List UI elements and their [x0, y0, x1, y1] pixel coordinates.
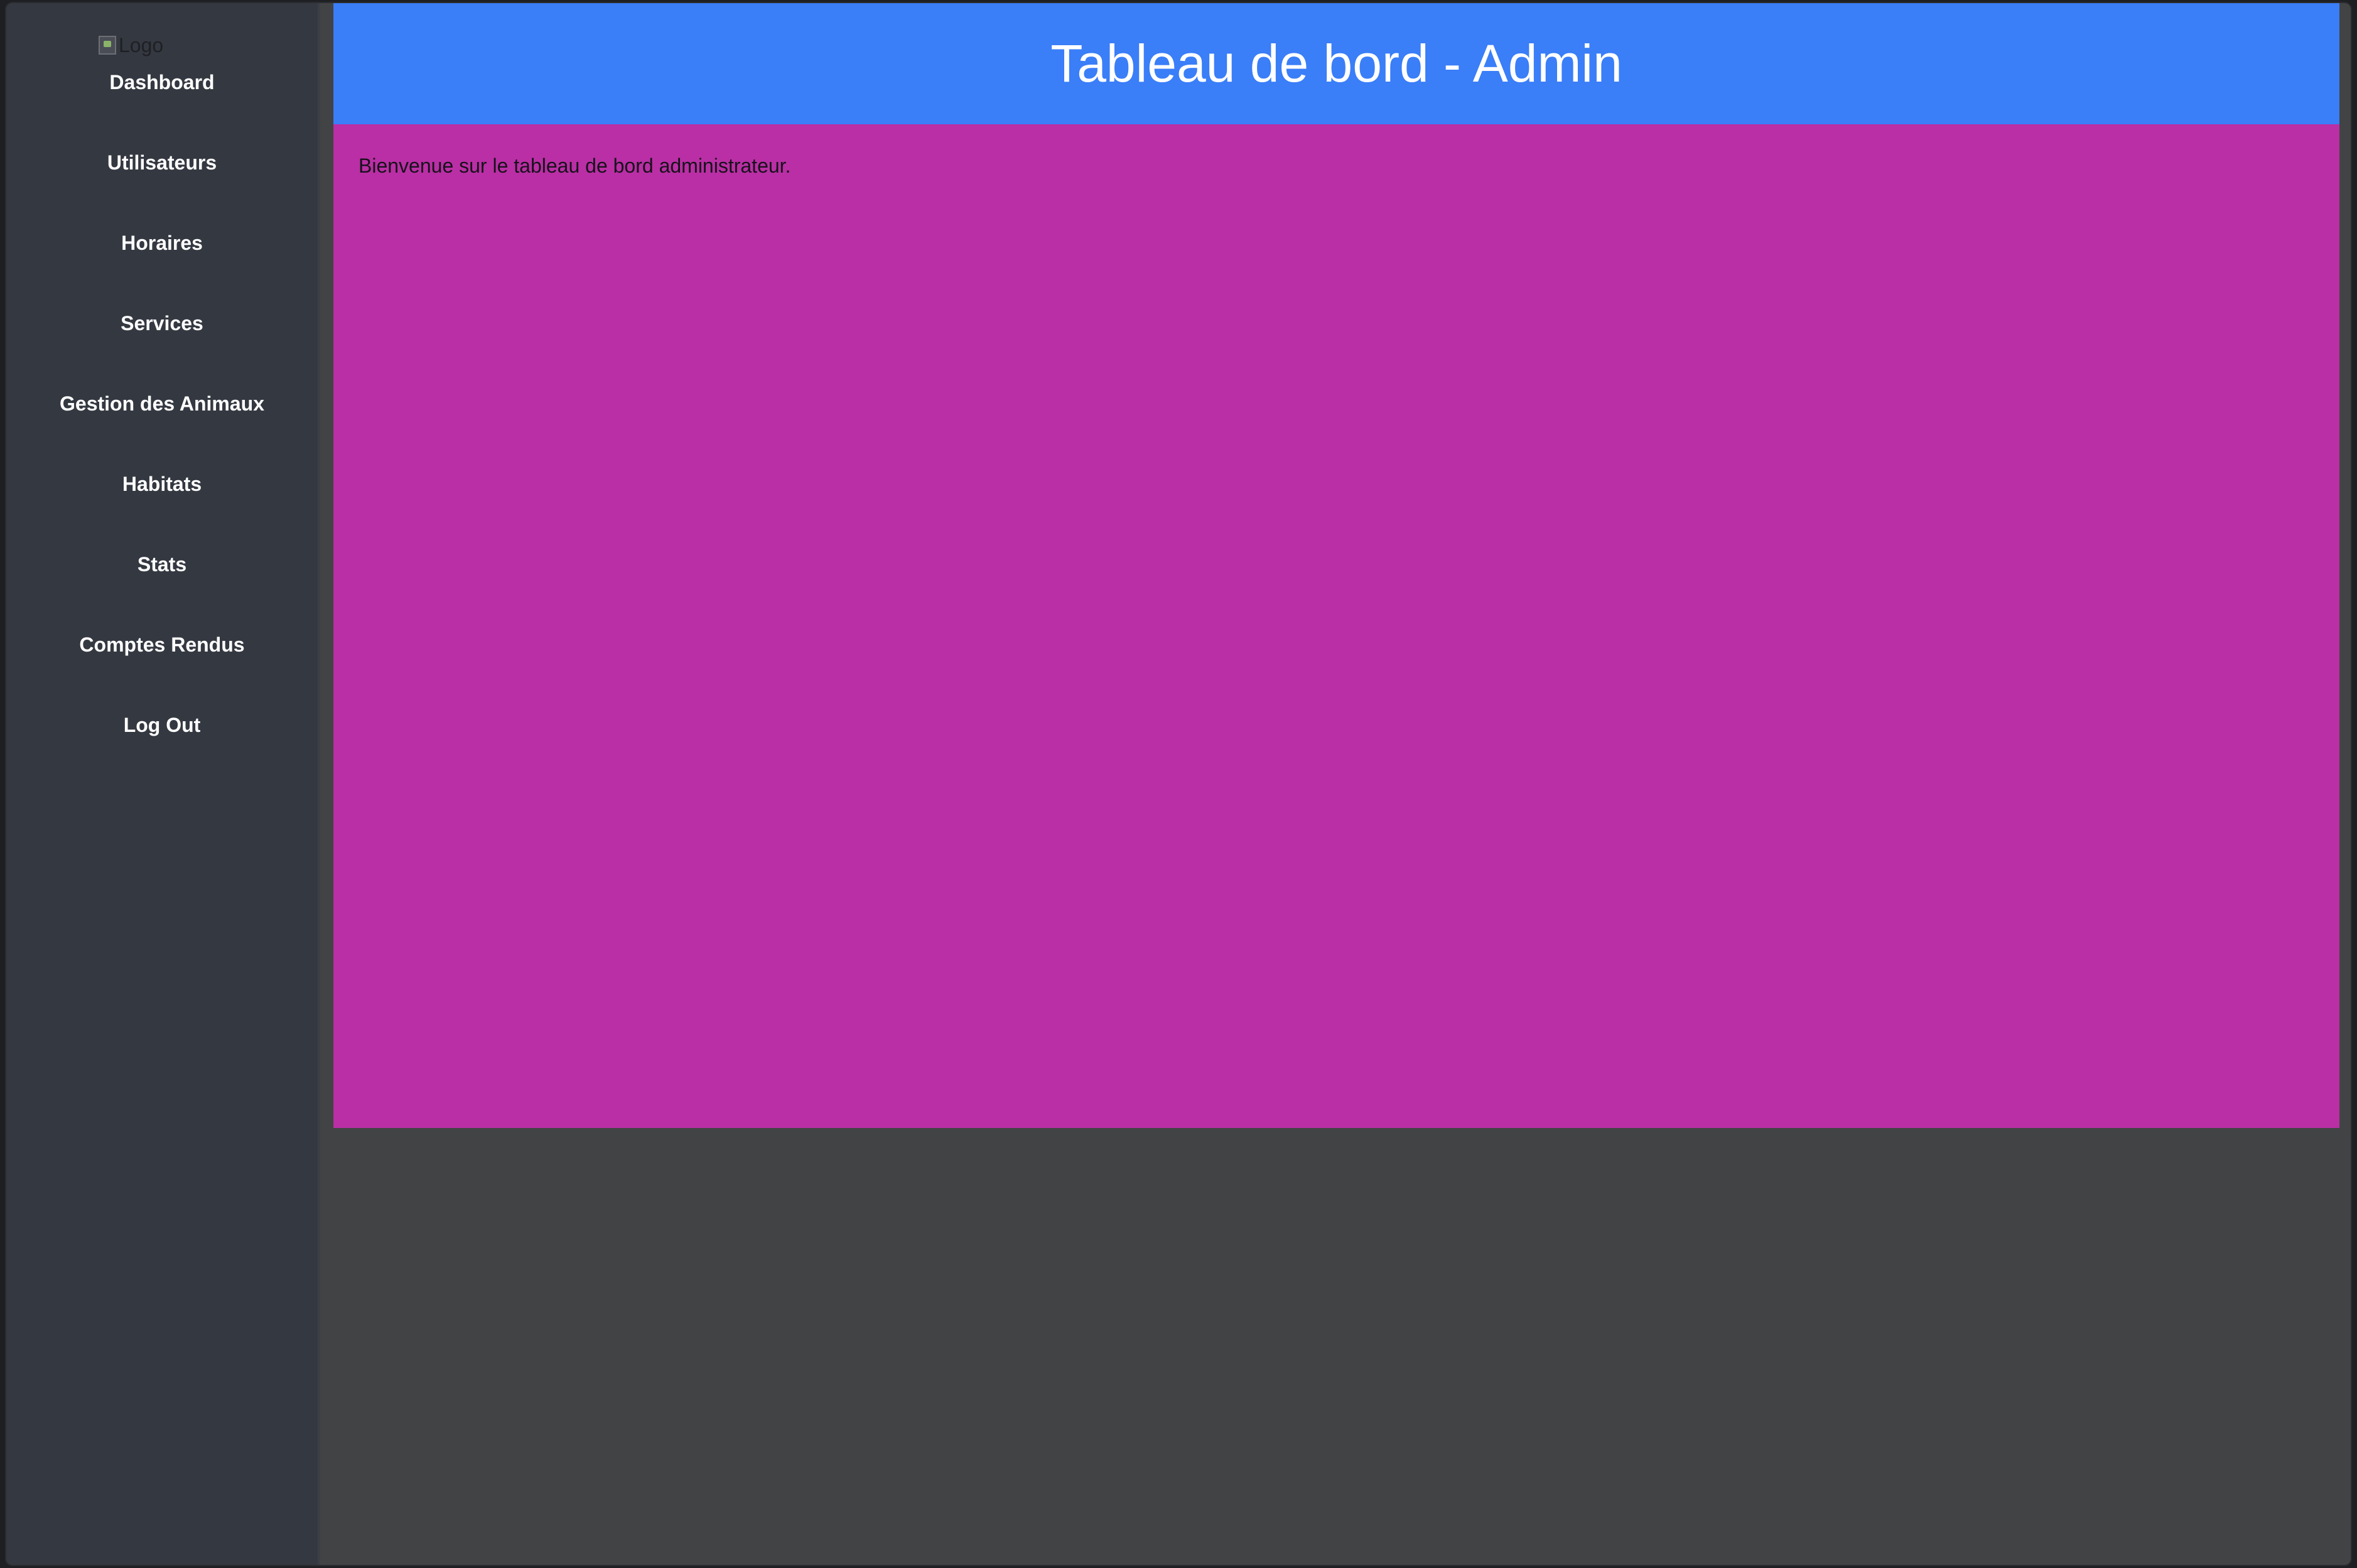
page-title: Tableau de bord - Admin: [1050, 34, 1622, 93]
app-window: Logo Dashboard Utilisateurs Horaires Ser…: [6, 3, 2351, 1565]
sidebar-item-services[interactable]: Services: [6, 312, 318, 392]
sidebar-item-comptes-rendus[interactable]: Comptes Rendus: [6, 633, 318, 714]
page-header: Tableau de bord - Admin: [333, 3, 2339, 124]
sidebar-item-horaires[interactable]: Horaires: [6, 232, 318, 312]
logo-alt-text: Logo: [119, 33, 164, 56]
sidebar-item-gestion-animaux[interactable]: Gestion des Animaux: [6, 392, 318, 473]
main-content: Bienvenue sur le tableau de bord adminis…: [333, 124, 2339, 1128]
sidebar-item-utilisateurs[interactable]: Utilisateurs: [6, 151, 318, 232]
broken-image-icon: [99, 36, 116, 55]
sidebar-item-stats[interactable]: Stats: [6, 553, 318, 633]
sidebar-item-log-out[interactable]: Log Out: [6, 714, 318, 794]
logo[interactable]: Logo: [99, 28, 163, 62]
sidebar-item-dashboard[interactable]: Dashboard: [6, 71, 318, 151]
welcome-text: Bienvenue sur le tableau de bord adminis…: [359, 154, 791, 177]
sidebar-nav: Dashboard Utilisateurs Horaires Services…: [6, 71, 318, 794]
sidebar: Logo Dashboard Utilisateurs Horaires Ser…: [6, 3, 320, 1565]
sidebar-item-habitats[interactable]: Habitats: [6, 473, 318, 553]
